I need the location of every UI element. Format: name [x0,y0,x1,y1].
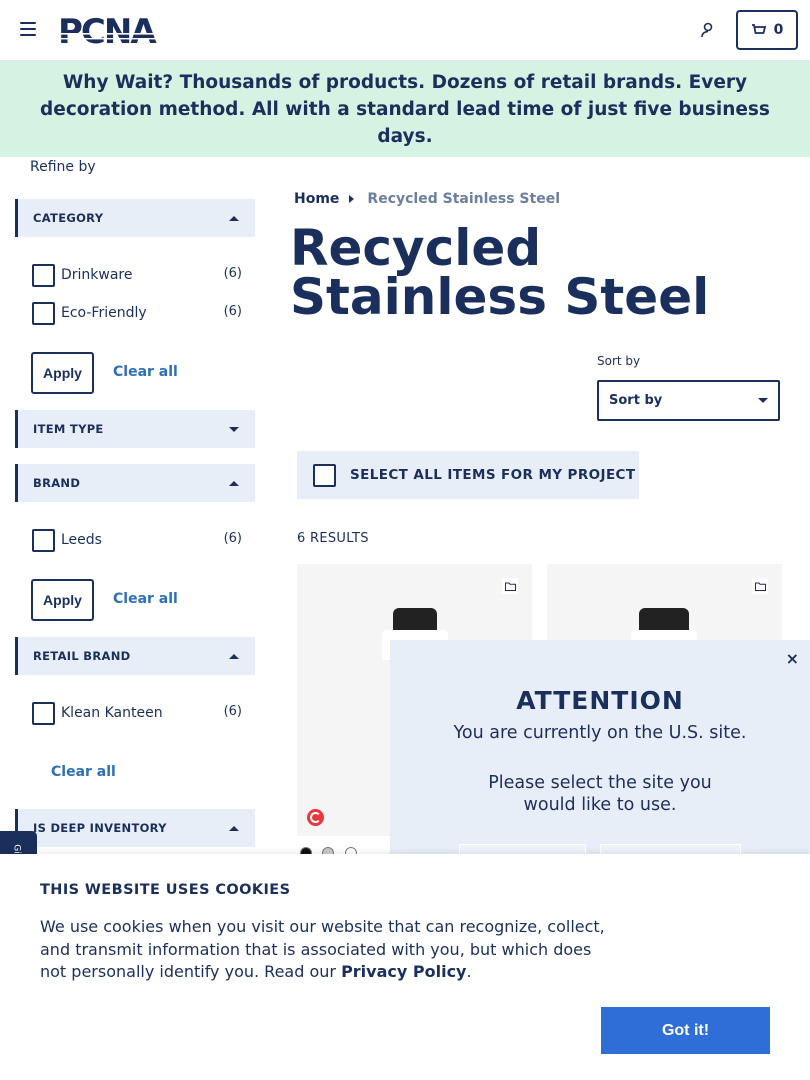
modal-title: ATTENTION [516,686,684,715]
results-count: 6 RESULTS [297,531,369,546]
site-header: PCNA 0 [0,0,810,61]
cart-count: 0 [773,22,784,38]
folder-icon[interactable] [752,578,768,594]
breadcrumb-current: Recycled Stainless Steel [367,191,560,207]
category-clear-all-link[interactable]: Clear all [113,364,178,380]
select-all-label: SELECT ALL ITEMS FOR MY PROJECT [350,467,636,483]
facet-label: ITEM TYPE [33,422,104,436]
checkbox[interactable] [313,463,336,487]
caret-up-icon [229,215,239,221]
breadcrumb-home-link[interactable]: Home [294,191,339,207]
facet-retail-brand[interactable]: RETAIL BRAND [15,637,255,675]
caret-up-icon [229,653,239,659]
folder-icon[interactable] [502,578,518,594]
cart-button[interactable]: 0 [736,10,798,50]
sort-select[interactable]: Sort by [597,380,780,421]
account-icon[interactable] [699,21,717,39]
filter-count: (6) [223,703,242,719]
checkbox[interactable] [32,528,55,552]
caret-up-icon [229,480,239,486]
cookie-text: We use cookies when you visit our websit… [40,917,605,981]
filter-label: Drinkware [61,267,133,283]
checkbox[interactable] [32,701,55,725]
feedback-tab-label: Gi [11,843,22,854]
caret-down-icon [229,426,239,432]
cart-icon [751,23,766,34]
filter-label: Klean Kanteen [61,705,163,721]
promo-banner: Why Wait? Thousands of products. Dozens … [0,61,810,157]
filter-option-eco-friendly[interactable]: Eco-Friendly (6) [32,300,242,326]
modal-subtitle: You are currently on the U.S. site. [453,723,747,743]
product-image[interactable] [393,608,437,632]
facet-brand[interactable]: BRAND [15,464,255,502]
sort-label: Sort by [597,354,641,368]
checkbox[interactable] [32,263,55,287]
chevron-right-icon [349,195,355,203]
close-icon[interactable]: × [786,649,799,668]
filter-label: Eco-Friendly [61,305,147,321]
accept-cookies-button[interactable]: Got it! [601,1007,770,1054]
filter-option-leeds[interactable]: Leeds (6) [32,527,242,553]
filter-count: (6) [223,265,242,281]
pcna-logo[interactable]: PCNA [58,13,176,47]
privacy-policy-link[interactable]: Privacy Policy [341,962,466,981]
filter-option-klean-kanteen[interactable]: Klean Kanteen (6) [32,700,242,726]
refine-label: Refine by [30,159,96,175]
hamburger-menu-icon[interactable] [20,22,36,36]
sort-value: Sort by [609,393,663,408]
filter-count: (6) [223,530,242,546]
modal-body: Please select the site you would like to… [488,773,712,815]
caret-up-icon [229,825,239,831]
cookie-banner: THIS WEBSITE USES COOKIES We use cookies… [0,854,810,1080]
select-all-items[interactable]: SELECT ALL ITEMS FOR MY PROJECT [297,451,639,499]
retail-brand-clear-all-link[interactable]: Clear all [51,764,116,780]
filter-option-drinkware[interactable]: Drinkware (6) [32,262,242,288]
region-modal: × ATTENTION You are currently on the U.S… [390,640,810,858]
facet-label: BRAND [33,476,81,490]
breadcrumb: Home Recycled Stainless Steel [294,191,560,207]
cookie-title: THIS WEBSITE USES COOKIES [40,882,291,898]
facet-label: CATEGORY [33,211,104,225]
checkbox[interactable] [32,301,55,325]
eco-badge-icon [307,809,324,826]
facet-label: IS DEEP INVENTORY [33,821,167,835]
filter-label: Leeds [61,532,102,548]
promo-lead: Why Wait? [62,71,174,93]
facet-deep-inventory[interactable]: IS DEEP INVENTORY [15,809,255,847]
page-title: Recycled Stainless Steel [290,219,710,326]
brand-apply-button[interactable]: Apply [31,579,94,621]
product-image[interactable] [639,608,689,632]
facet-item-type[interactable]: ITEM TYPE [15,410,255,448]
category-apply-button[interactable]: Apply [31,352,94,394]
promo-text: Why Wait? Thousands of products. Dozens … [12,69,798,150]
svg-text:PCNA: PCNA [58,13,157,47]
filter-count: (6) [223,303,242,319]
cookie-message: We use cookies when you visit our websit… [40,917,605,981]
caret-down-icon [758,398,768,403]
brand-clear-all-link[interactable]: Clear all [113,591,178,607]
facet-label: RETAIL BRAND [33,649,131,663]
facet-category[interactable]: CATEGORY [15,199,255,237]
